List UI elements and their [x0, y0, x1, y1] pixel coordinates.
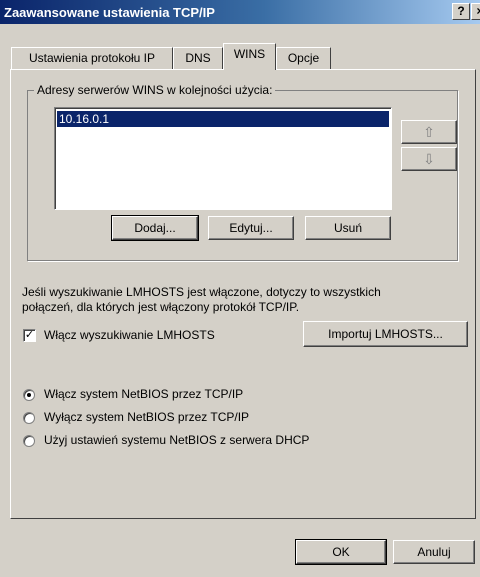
lmhosts-description-line2: połączeń, dla których jest włączony prot…: [22, 300, 300, 314]
lmhosts-checkbox-label[interactable]: Włącz wyszukiwanie LMHOSTS: [44, 328, 215, 342]
netbios-enable-label[interactable]: Włącz system NetBIOS przez TCP/IP: [44, 387, 243, 401]
tab-dns[interactable]: DNS: [173, 47, 223, 69]
wins-group-label: Adresy serwerów WINS w kolejności użycia…: [34, 83, 276, 97]
arrow-up-icon: ⇧: [423, 124, 435, 140]
dialog-window: Zaawansowane ustawienia TCP/IP ? × Ustaw…: [0, 0, 480, 577]
tab-wins[interactable]: WINS: [223, 43, 276, 70]
cancel-button[interactable]: Anuluj: [393, 540, 475, 564]
import-lmhosts-button[interactable]: Importuj LMHOSTS...: [303, 321, 468, 347]
tab-ip-settings[interactable]: Ustawienia protokołu IP: [11, 47, 173, 69]
help-button[interactable]: ?: [452, 3, 470, 20]
netbios-dhcp-label[interactable]: Użyj ustawień systemu NetBIOS z serwera …: [44, 433, 309, 447]
add-button[interactable]: Dodaj...: [111, 215, 199, 241]
edit-button[interactable]: Edytuj...: [208, 216, 294, 240]
remove-button[interactable]: Usuń: [305, 216, 391, 240]
netbios-disable-radio[interactable]: [23, 412, 35, 424]
title-bar[interactable]: Zaawansowane ustawienia TCP/IP ? ×: [0, 0, 480, 24]
radio-selected-dot: [27, 393, 31, 397]
netbios-disable-label[interactable]: Wyłącz system NetBIOS przez TCP/IP: [44, 410, 249, 424]
close-button[interactable]: ×: [471, 3, 480, 20]
lmhosts-description-line1: Jeśli wyszukiwanie LMHOSTS jest włączone…: [22, 285, 381, 299]
netbios-dhcp-radio[interactable]: [23, 435, 35, 447]
move-up-button[interactable]: ⇧: [401, 120, 457, 144]
check-icon: ✓: [24, 329, 35, 341]
ok-button[interactable]: OK: [295, 539, 387, 565]
list-item[interactable]: 10.16.0.1: [57, 111, 389, 127]
netbios-enable-radio[interactable]: [23, 389, 35, 401]
move-down-button[interactable]: ⇩: [401, 147, 457, 171]
arrow-down-icon: ⇩: [423, 151, 435, 167]
lmhosts-checkbox[interactable]: ✓: [23, 329, 36, 342]
window-title: Zaawansowane ustawienia TCP/IP: [4, 5, 215, 20]
tab-options[interactable]: Opcje: [276, 47, 331, 69]
wins-server-list[interactable]: 10.16.0.1: [54, 107, 392, 210]
